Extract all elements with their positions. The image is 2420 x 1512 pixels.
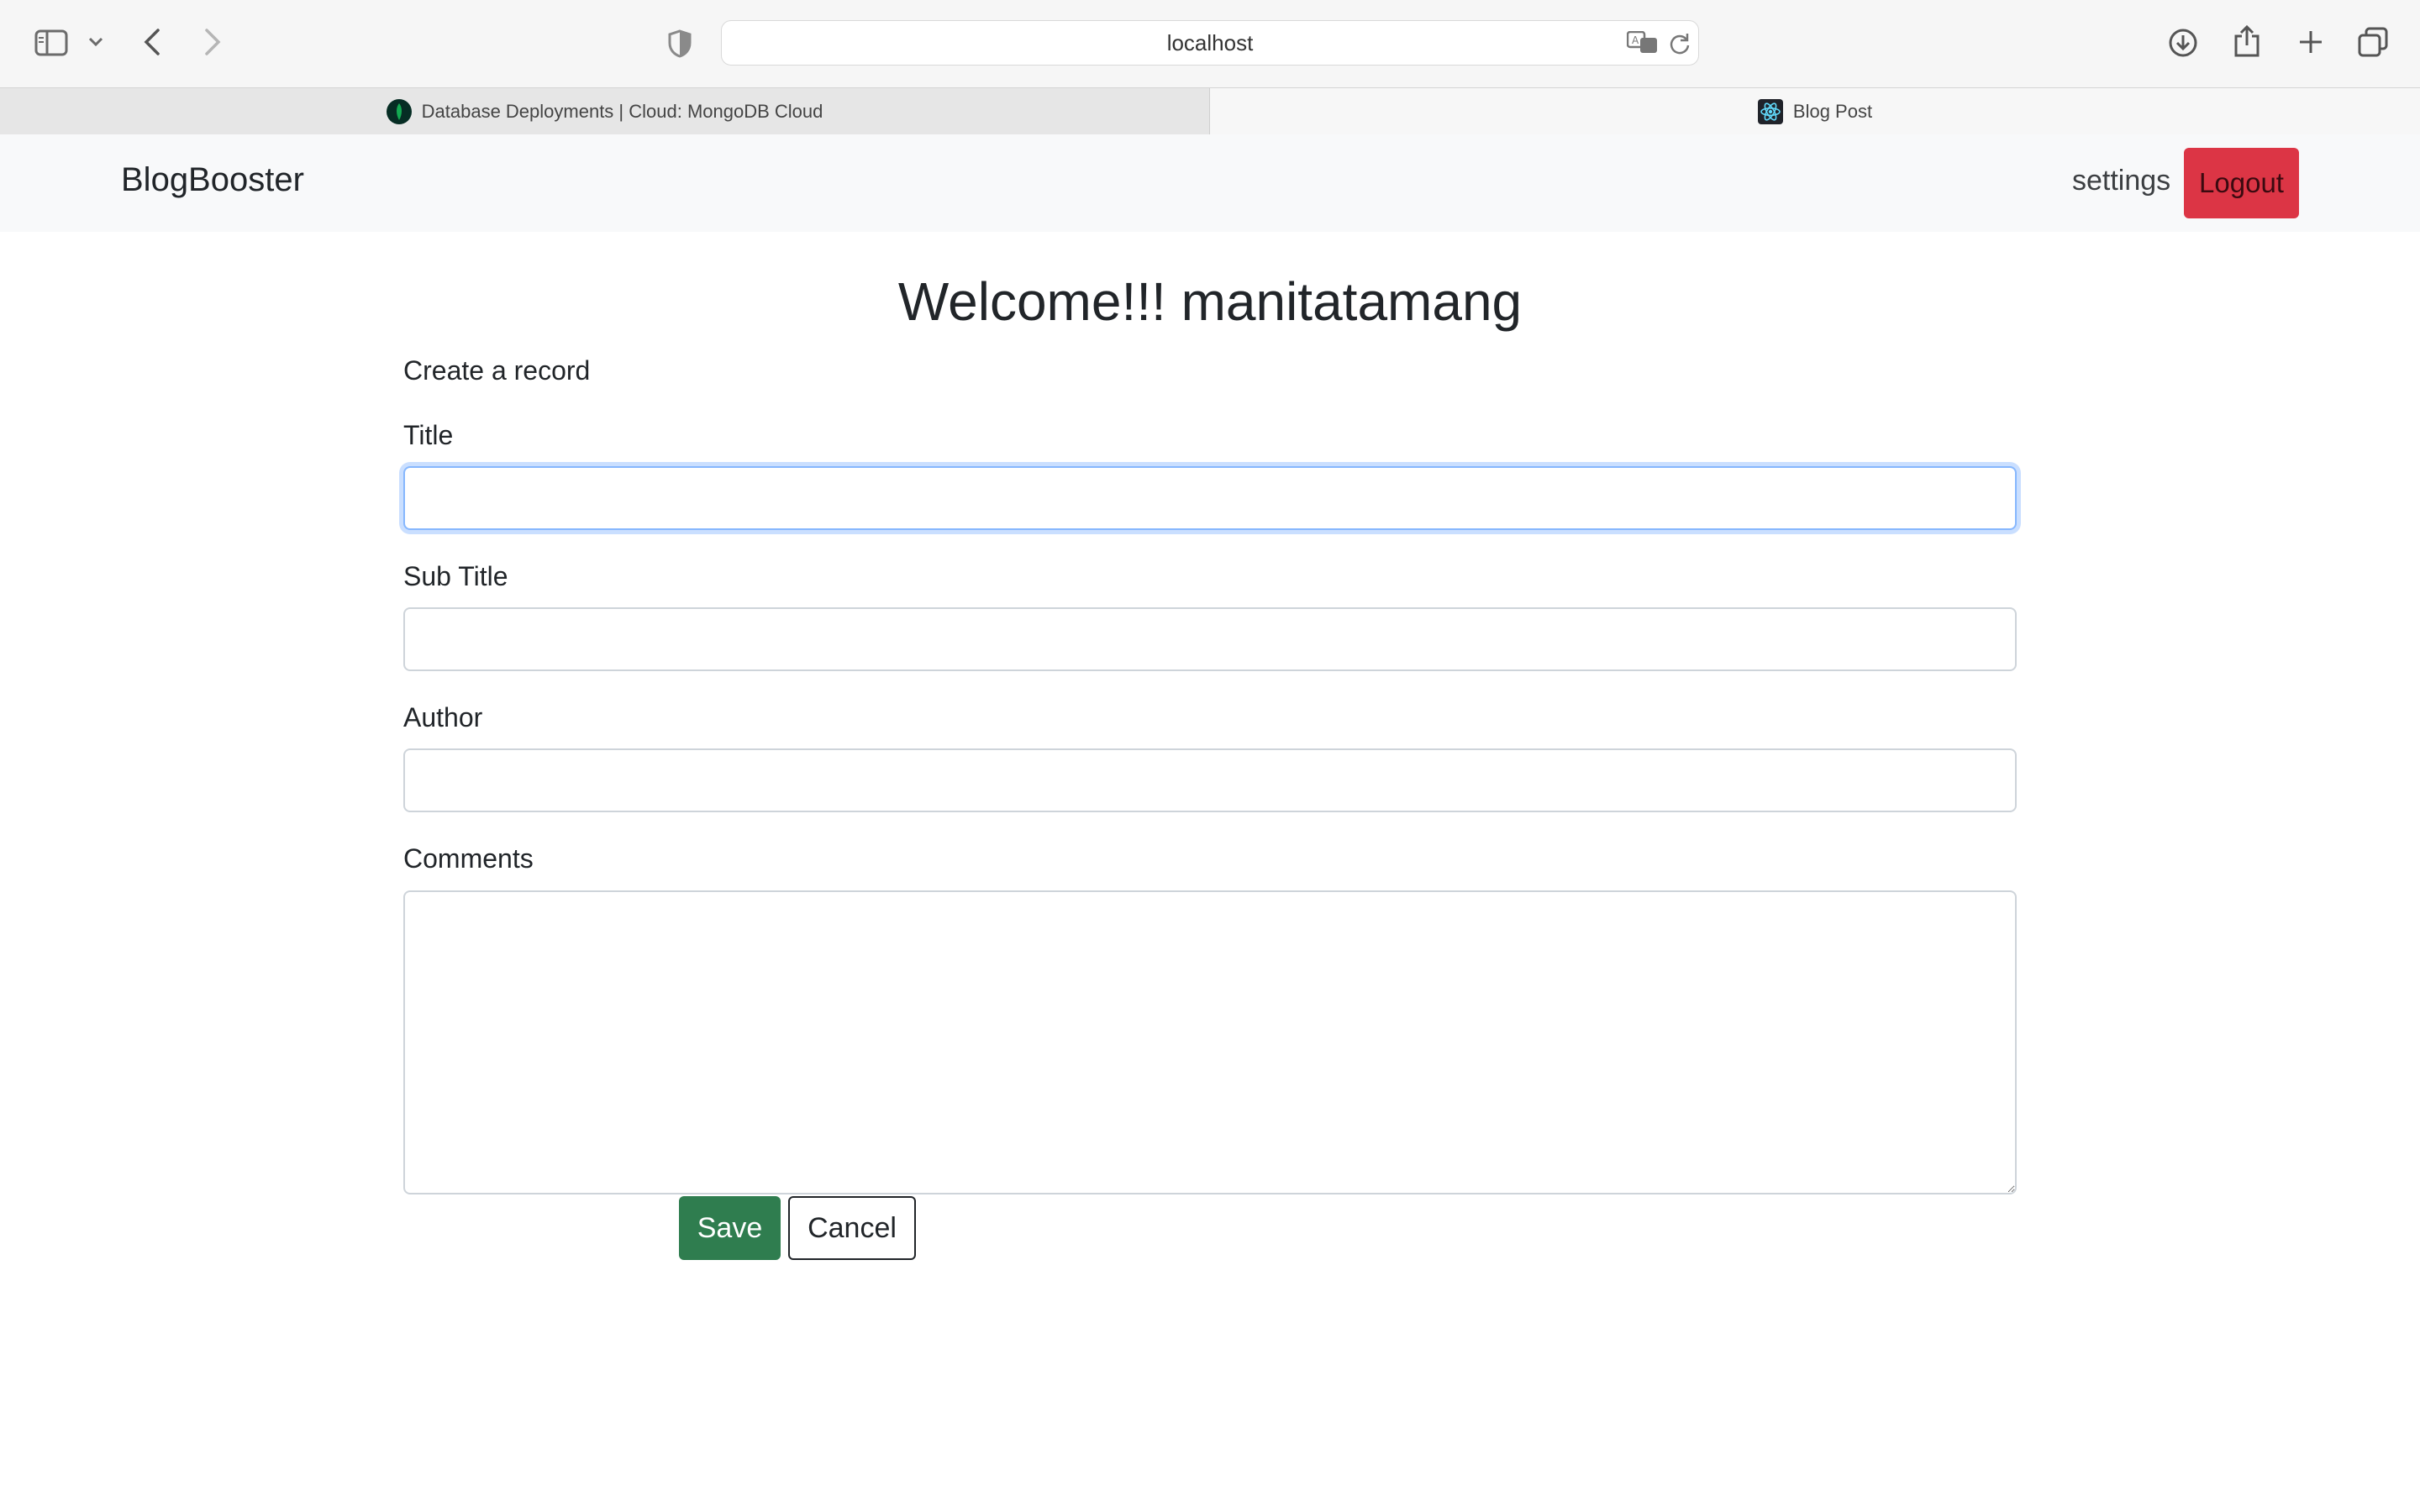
back-icon[interactable]: [139, 25, 165, 59]
subtitle-input[interactable]: [403, 607, 2017, 671]
welcome-heading: Welcome!!! manitatamang: [897, 271, 1523, 332]
tab-label: Database Deployments | Cloud: MongoDB Cl…: [421, 100, 823, 122]
share-icon[interactable]: [2230, 24, 2264, 59]
brand-logo-text[interactable]: BlogBooster: [121, 161, 304, 199]
app-navbar: BlogBooster settings Logout: [0, 134, 2420, 232]
download-icon[interactable]: [2166, 25, 2200, 60]
new-tab-icon[interactable]: [2294, 25, 2328, 59]
sidebar-icon[interactable]: [34, 27, 69, 59]
tab-mongodb[interactable]: Database Deployments | Cloud: MongoDB Cl…: [0, 88, 1210, 134]
react-atom-icon: [1757, 98, 1783, 124]
address-bar[interactable]: localhost A: [721, 20, 1699, 66]
author-input[interactable]: [403, 748, 2017, 812]
mongodb-leaf-icon: [386, 98, 412, 124]
title-label: Title: [403, 420, 454, 450]
chevron-down-icon[interactable]: [86, 32, 106, 52]
comments-label: Comments: [403, 843, 534, 874]
save-button[interactable]: Save: [679, 1196, 781, 1260]
tab-label: Blog Post: [1792, 100, 1873, 122]
url-text: localhost: [1166, 29, 1254, 55]
subtitle-label: Sub Title: [403, 561, 508, 591]
create-record-heading: Create a record: [403, 355, 591, 386]
cancel-button[interactable]: Cancel: [788, 1196, 916, 1260]
logout-button[interactable]: Logout: [2184, 148, 2299, 218]
forward-icon[interactable]: [200, 25, 225, 59]
privacy-shield-icon[interactable]: [666, 27, 694, 60]
tab-overview-icon[interactable]: [2356, 25, 2390, 59]
settings-link[interactable]: settings: [2072, 165, 2170, 197]
svg-text:A: A: [1632, 34, 1639, 46]
comments-textarea[interactable]: [403, 890, 2017, 1194]
translate-icon[interactable]: A: [1626, 29, 1660, 56]
author-label: Author: [403, 702, 483, 732]
reload-icon[interactable]: [1668, 31, 1691, 56]
tab-blog-post[interactable]: Blog Post: [1210, 88, 2420, 134]
tab-strip: Database Deployments | Cloud: MongoDB Cl…: [0, 87, 2420, 134]
title-input[interactable]: [403, 466, 2017, 530]
browser-toolbar: localhost A: [0, 0, 2420, 87]
